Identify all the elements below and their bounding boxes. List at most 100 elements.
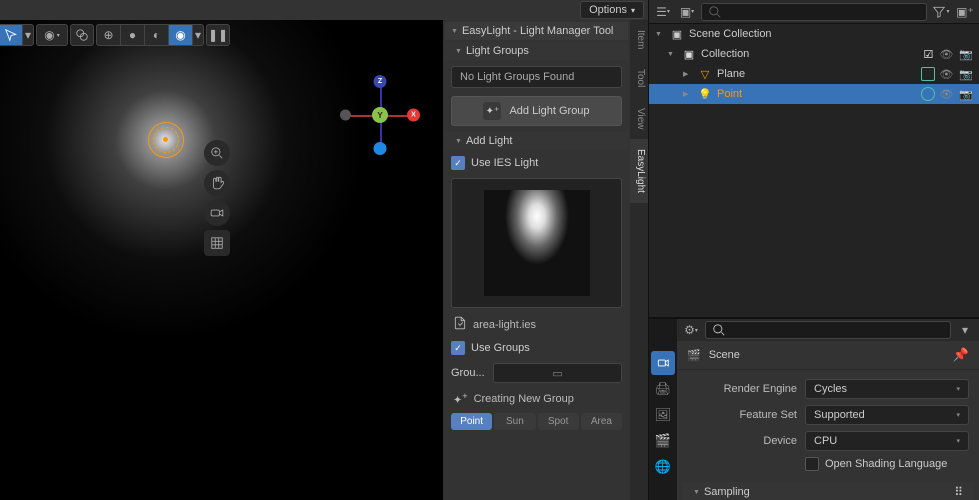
add-light-header[interactable]: Add Light <box>445 132 628 150</box>
shading-menu[interactable]: ◉ <box>36 24 68 46</box>
new-collection[interactable]: ▣⁺ <box>955 3 975 21</box>
render-icon[interactable]: 📷 <box>959 68 973 81</box>
prop-tab-world[interactable]: 🌐 <box>651 455 675 479</box>
collection-icon: ▣ <box>681 48 697 61</box>
osl-label: Open Shading Language <box>825 458 947 470</box>
collection-label: Collection <box>701 48 919 60</box>
shading-wire[interactable]: ⊕ <box>96 24 120 46</box>
camera-tool[interactable] <box>204 200 230 226</box>
device-select[interactable]: CPU <box>805 431 969 451</box>
light-type-area[interactable]: Area <box>581 413 622 430</box>
chevron-down-icon: ▼ <box>667 51 677 58</box>
outliner-tree[interactable]: ▼ ▣ Scene Collection ▼ ▣ Collection ☑ 👁 … <box>649 24 979 317</box>
collection-check[interactable]: ☑ <box>923 48 933 61</box>
render-engine-label: Render Engine <box>687 383 797 395</box>
feature-set-select[interactable]: Supported <box>805 405 969 425</box>
subheader-label: Add Light <box>466 135 512 147</box>
scene-breadcrumb: Scene <box>709 349 740 361</box>
eye-icon[interactable]: 👁 <box>939 68 953 81</box>
options-dropdown[interactable]: Options <box>580 1 644 19</box>
ies-preview-button[interactable] <box>451 178 622 308</box>
scene-collection-label: Scene Collection <box>689 28 973 40</box>
sampling-header[interactable]: Sampling ⠿ <box>683 482 973 500</box>
point-label: Point <box>717 88 917 100</box>
point-light-row[interactable]: ▶ 💡 Point 👁 📷 <box>649 84 979 104</box>
light-type-point[interactable]: Point <box>451 413 492 430</box>
collection-icon: ▣ <box>669 28 685 41</box>
group-field-label: Grou... <box>451 367 487 379</box>
outliner-search[interactable] <box>701 3 927 21</box>
eye-icon[interactable]: 👁 <box>939 48 953 61</box>
feature-set-label: Feature Set <box>687 409 797 421</box>
ies-preview-image <box>483 189 591 297</box>
n-tab-view[interactable]: View <box>630 98 648 140</box>
gizmo-y-neg-axis[interactable] <box>374 142 387 155</box>
render-icon[interactable]: 📷 <box>959 88 973 101</box>
use-groups-checkbox[interactable]: ✓ <box>451 341 465 355</box>
chevron-right-icon: ▶ <box>683 70 693 78</box>
prop-tab-scene[interactable]: 🎬 <box>651 429 675 453</box>
no-groups-msg: No Light Groups Found <box>451 66 622 88</box>
prop-editor-type[interactable]: ⚙ <box>681 321 701 339</box>
scene-icon: 🎬 <box>687 349 701 362</box>
prop-options[interactable]: ▾ <box>955 321 975 339</box>
outliner-filter[interactable] <box>931 3 951 21</box>
mesh-data-icon <box>921 67 935 81</box>
add-light-group-button[interactable]: ✦⁺ Add Light Group <box>451 96 622 126</box>
gizmo-y-axis[interactable]: Y <box>372 107 388 123</box>
viewport-3d[interactable]: ▾ ◉ ⊕ ● ◐ ◉ ▾ ❚❚ X Z Y <box>0 20 648 500</box>
prop-tab-viewlayer[interactable]: 🖼 <box>651 403 675 427</box>
outliner-view-mode[interactable]: ▣ <box>677 3 697 21</box>
overlay-toggle[interactable] <box>70 24 94 46</box>
gizmo-x-neg-axis[interactable] <box>340 110 351 121</box>
select-mode-dropdown[interactable]: ▾ <box>22 24 34 46</box>
shading-solid[interactable]: ● <box>120 24 144 46</box>
use-ies-label: Use IES Light <box>471 157 538 169</box>
shading-matcap[interactable]: ◐ <box>144 24 168 46</box>
n-tab-tool[interactable]: Tool <box>630 59 648 97</box>
collection-row[interactable]: ▼ ▣ Collection ☑ 👁 📷 <box>649 44 979 64</box>
plane-row[interactable]: ▶ ▽ Plane 👁 📷 <box>649 64 979 84</box>
grid-tool[interactable] <box>204 230 230 256</box>
zoom-tool[interactable] <box>204 140 230 166</box>
ies-filename: area-light.ies <box>473 319 536 331</box>
panel-title: EasyLight - Light Manager Tool <box>462 25 613 37</box>
chevron-down-icon: ▼ <box>655 31 665 38</box>
shading-dropdown[interactable]: ▾ <box>192 24 204 46</box>
n-tab-item[interactable]: Item <box>630 20 648 59</box>
viewport-gizmo[interactable]: X Z Y <box>340 75 420 155</box>
light-icon: 💡 <box>697 88 713 101</box>
light-type-spot[interactable]: Spot <box>538 413 579 430</box>
plane-label: Plane <box>717 68 917 80</box>
light-groups-header[interactable]: Light Groups <box>445 42 628 60</box>
prop-tab-output[interactable]: 🖨 <box>651 377 675 401</box>
easylight-panel-header[interactable]: EasyLight - Light Manager Tool <box>445 22 628 40</box>
light-type-sun[interactable]: Sun <box>494 413 535 430</box>
n-tab-easylight[interactable]: EasyLight <box>630 139 648 203</box>
plus-icon: ✦⁺ <box>483 102 501 120</box>
gizmo-z-axis[interactable]: Z <box>374 75 387 88</box>
panel-options-icon[interactable]: ⠿ <box>954 485 963 499</box>
mesh-icon: ▽ <box>697 68 713 81</box>
use-groups-label: Use Groups <box>471 342 530 354</box>
subheader-label: Light Groups <box>466 45 529 57</box>
gizmo-x-axis[interactable]: X <box>407 109 420 122</box>
device-label: Device <box>687 435 797 447</box>
osl-checkbox[interactable] <box>805 457 819 471</box>
use-ies-checkbox[interactable]: ✓ <box>451 156 465 170</box>
render-engine-select[interactable]: Cycles <box>805 379 969 399</box>
prop-tab-render[interactable] <box>651 351 675 375</box>
pan-tool[interactable] <box>204 170 230 196</box>
shading-render[interactable]: ◉ <box>168 24 192 46</box>
pin-icon[interactable]: 📌 <box>953 347 969 363</box>
scene-collection-row[interactable]: ▼ ▣ Scene Collection <box>649 24 979 44</box>
group-name-input[interactable]: ▭ <box>493 363 622 383</box>
select-mode[interactable] <box>0 24 22 46</box>
creating-group-label: Creating New Group <box>474 393 574 405</box>
properties-search[interactable] <box>705 321 951 339</box>
pause-render[interactable]: ❚❚ <box>206 24 230 46</box>
render-icon[interactable]: 📷 <box>959 48 973 61</box>
outliner-display-mode[interactable]: ☰ <box>653 3 673 21</box>
light-object-indicator[interactable] <box>148 122 184 158</box>
eye-icon[interactable]: 👁 <box>939 88 953 101</box>
